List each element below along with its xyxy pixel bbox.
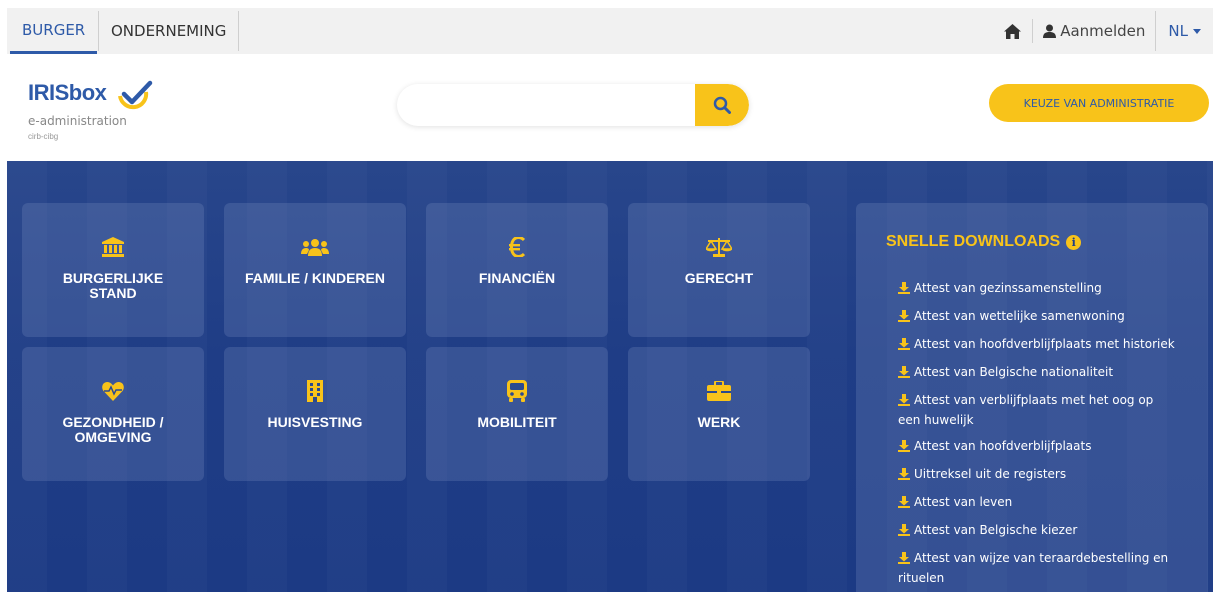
bank-icon (102, 237, 124, 257)
search-button[interactable] (695, 84, 749, 126)
download-item[interactable]: Attest van wijze van teraardebestelling … (898, 549, 1178, 587)
home-icon (1003, 23, 1021, 39)
download-item[interactable]: Attest van leven (898, 493, 1178, 513)
download-label: Attest van wettelijke samenwoning (914, 309, 1125, 323)
search-icon (713, 96, 731, 114)
category-tile-gerecht[interactable]: GERECHT (628, 203, 810, 337)
category-label: HUISVESTING (267, 414, 363, 430)
scales-icon (706, 238, 732, 257)
category-label: FAMILIE / KINDEREN (244, 270, 385, 286)
tab-burger[interactable]: BURGER (10, 8, 98, 54)
category-label: WERK (697, 414, 741, 430)
check-badge-icon (118, 80, 153, 110)
quick-downloads-title: SNELLE DOWNLOADS i (886, 233, 1178, 251)
irisbox-logo[interactable]: IRISbox e-administration cirb-cibg (28, 80, 168, 150)
choose-administration-button[interactable]: KEUZE VAN ADMINISTRATIE (989, 84, 1209, 122)
download-label: Attest van Belgische kiezer (914, 523, 1078, 537)
download-icon (898, 337, 910, 355)
download-icon (898, 439, 910, 457)
info-icon[interactable]: i (1066, 234, 1082, 250)
logo-org: cirb-cibg (28, 132, 59, 141)
category-label: GEZONDHEID / OMGEVING (62, 414, 164, 445)
download-icon (898, 467, 910, 485)
category-label: MOBILITEIT (477, 414, 557, 430)
search-input[interactable] (397, 84, 695, 126)
download-label: Attest van verblijfplaats met het oog op… (898, 393, 1154, 427)
logo-subtitle: e-administration (28, 114, 127, 128)
download-icon (898, 551, 910, 569)
language-label: NL (1168, 22, 1188, 40)
category-tile-financien[interactable]: FINANCIËN (426, 203, 608, 337)
download-item[interactable]: Attest van hoofdverblijfplaats met histo… (898, 335, 1178, 355)
download-label: Uittreksel uit de registers (914, 467, 1067, 481)
category-tile-huisvesting[interactable]: HUISVESTING (224, 347, 406, 481)
chevron-down-icon (1193, 28, 1201, 34)
logo-title: IRISbox (28, 80, 107, 105)
family-icon (301, 239, 329, 256)
topbar-tools: Aanmelden NL (992, 8, 1213, 54)
category-tile-gezondheid-omgeving[interactable]: GEZONDHEID / OMGEVING (22, 347, 204, 481)
quick-downloads-panel: SNELLE DOWNLOADS i Attest van gezinssame… (856, 203, 1208, 592)
hero-section: BURGERLIJKE STAND FAMILIE / KINDEREN FIN… (7, 161, 1213, 592)
category-label: BURGERLIJKE STAND (62, 270, 164, 301)
download-icon (898, 365, 910, 383)
category-label: GERECHT (684, 270, 754, 286)
download-item[interactable]: Attest van hoofdverblijfplaats (898, 437, 1178, 457)
euro-icon (509, 237, 525, 257)
download-list: Attest van gezinssamenstelling Attest va… (886, 279, 1178, 587)
tab-onderneming[interactable]: ONDERNEMING (98, 11, 240, 51)
category-tile-familie-kinderen[interactable]: FAMILIE / KINDEREN (224, 203, 406, 337)
heartbeat-icon (102, 382, 124, 401)
download-icon (898, 393, 910, 411)
briefcase-icon (707, 381, 731, 401)
download-item[interactable]: Attest van Belgische kiezer (898, 521, 1178, 541)
download-icon (898, 281, 910, 299)
download-label: Attest van hoofdverblijfplaats (914, 439, 1092, 453)
language-selector[interactable]: NL (1155, 11, 1213, 51)
category-tile-werk[interactable]: WERK (628, 347, 810, 481)
category-label: FINANCIËN (478, 270, 556, 286)
download-label: Attest van Belgische nationaliteit (914, 365, 1114, 379)
login-button[interactable]: Aanmelden (1033, 8, 1155, 54)
download-label: Attest van wijze van teraardebestelling … (898, 551, 1169, 585)
building-icon (307, 380, 323, 402)
download-icon (898, 523, 910, 541)
category-tile-mobiliteit[interactable]: MOBILITEIT (426, 347, 608, 481)
download-item[interactable]: Attest van verblijfplaats met het oog op… (898, 391, 1178, 429)
login-label: Aanmelden (1060, 22, 1146, 40)
search-bar (397, 84, 749, 126)
download-item[interactable]: Attest van gezinssamenstelling (898, 279, 1178, 299)
quick-downloads-title-text: SNELLE DOWNLOADS (886, 233, 1061, 250)
download-icon (898, 495, 910, 513)
bus-icon (507, 380, 527, 402)
download-icon (898, 309, 910, 327)
category-tile-burgerlijke-stand[interactable]: BURGERLIJKE STAND (22, 203, 204, 337)
download-label: Attest van hoofdverblijfplaats met histo… (914, 337, 1175, 351)
download-label: Attest van leven (914, 495, 1013, 509)
top-navigation-bar: BURGER ONDERNEMING Aanmelden NL (7, 8, 1213, 54)
download-item[interactable]: Uittreksel uit de registers (898, 465, 1178, 485)
download-label: Attest van gezinssamenstelling (914, 281, 1102, 295)
user-icon (1043, 24, 1057, 38)
download-item[interactable]: Attest van Belgische nationaliteit (898, 363, 1178, 383)
download-item[interactable]: Attest van wettelijke samenwoning (898, 307, 1178, 327)
home-button[interactable] (992, 8, 1032, 54)
